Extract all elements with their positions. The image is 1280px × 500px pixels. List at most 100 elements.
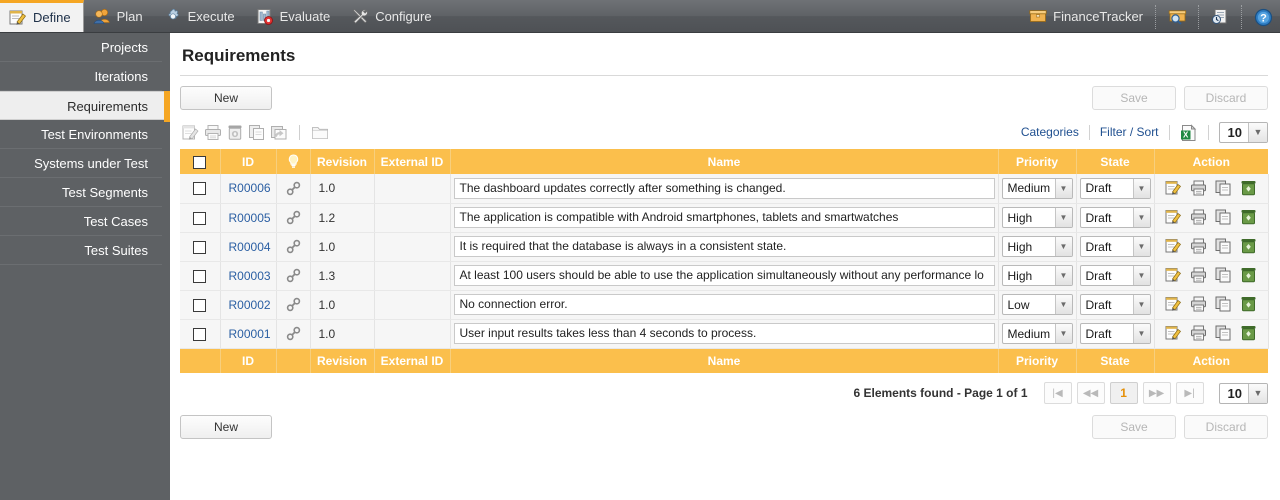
filter-sort-link[interactable]: Filter / Sort [1090, 125, 1169, 139]
sidebar-item-iterations[interactable]: Iterations [0, 62, 162, 91]
edit-icon[interactable] [1165, 209, 1183, 226]
column-header-external-id[interactable]: External ID [374, 149, 451, 174]
copy-icon[interactable] [1215, 180, 1233, 197]
row-checkbox[interactable] [193, 327, 207, 341]
save-button-bottom[interactable]: Save [1092, 415, 1176, 439]
requirement-id-link[interactable]: R00002 [229, 298, 271, 312]
name-input[interactable]: At least 100 users should be able to use… [453, 265, 995, 286]
row-select-cell[interactable] [180, 261, 221, 291]
state-select[interactable]: Draft ▼ [1079, 236, 1151, 257]
name-input[interactable]: It is required that the database is alwa… [453, 236, 995, 257]
column-header-priority[interactable]: Priority [998, 149, 1077, 174]
delete-icon[interactable] [1240, 296, 1258, 313]
copy-icon[interactable] [1215, 325, 1233, 342]
recent-reports-button[interactable] [1203, 0, 1237, 33]
row-select-cell[interactable] [180, 203, 221, 233]
row-checkbox[interactable] [193, 182, 207, 196]
state-select[interactable]: Draft ▼ [1079, 294, 1151, 315]
sidebar-item-requirements[interactable]: Requirements [0, 91, 170, 122]
state-select[interactable]: Draft ▼ [1079, 323, 1151, 344]
name-input[interactable]: No connection error. [453, 294, 995, 315]
delete-icon[interactable] [1240, 238, 1258, 255]
print-icon[interactable] [204, 124, 222, 141]
requirement-id-link[interactable]: R00005 [229, 211, 271, 225]
project-selector[interactable]: FinanceTracker [1021, 0, 1151, 33]
folder-icon[interactable] [311, 124, 329, 141]
requirement-id-link[interactable]: R00001 [229, 327, 271, 341]
nav-tab-evaluate[interactable]: Evaluate [247, 0, 343, 32]
categories-link[interactable]: Categories [1011, 125, 1089, 139]
requirement-id-link[interactable]: R00003 [229, 269, 271, 283]
priority-select[interactable]: High ▼ [1001, 236, 1073, 257]
search-project-button[interactable] [1160, 0, 1194, 33]
column-header-name[interactable]: Name [450, 149, 999, 174]
sidebar-item-test-cases[interactable]: Test Cases [0, 207, 162, 236]
name-input[interactable]: The dashboard updates correctly after so… [453, 177, 995, 199]
requirement-id-link[interactable]: R00006 [229, 181, 271, 195]
sidebar-item-test-environments[interactable]: Test Environments [0, 120, 162, 149]
row-select-cell[interactable] [180, 232, 221, 262]
page-next-button[interactable]: ▶▶ [1142, 382, 1171, 404]
copy-icon[interactable] [248, 124, 266, 141]
page-number-1[interactable]: 1 [1109, 382, 1138, 404]
page-size-select-bottom[interactable]: 10 ▼ [1218, 382, 1268, 404]
state-select[interactable]: Draft ▼ [1079, 177, 1151, 199]
copy-icon[interactable] [1215, 238, 1233, 255]
copy-icon[interactable] [1215, 296, 1233, 313]
edit-icon[interactable] [1165, 267, 1183, 284]
save-button-top[interactable]: Save [1092, 86, 1176, 110]
sidebar-item-test-suites[interactable]: Test Suites [0, 236, 162, 265]
column-header-state[interactable]: State [1076, 149, 1155, 174]
row-checkbox[interactable] [193, 269, 207, 283]
edit-icon[interactable] [1165, 325, 1183, 342]
sidebar-item-test-segments[interactable]: Test Segments [0, 178, 162, 207]
delete-icon[interactable] [1240, 267, 1258, 284]
discard-button-top[interactable]: Discard [1184, 86, 1268, 110]
nav-tab-execute[interactable]: Execute [155, 0, 247, 32]
help-button[interactable]: ? [1246, 0, 1280, 33]
row-select-cell[interactable] [180, 290, 221, 320]
name-input[interactable]: The application is compatible with Andro… [453, 207, 995, 228]
print-icon[interactable] [1190, 209, 1208, 226]
cell-link[interactable] [276, 261, 311, 291]
priority-select[interactable]: High ▼ [1001, 207, 1073, 228]
nav-tab-configure[interactable]: Configure [342, 0, 443, 32]
row-checkbox[interactable] [193, 211, 207, 225]
page-first-button[interactable]: |◀ [1043, 382, 1072, 404]
row-checkbox[interactable] [193, 298, 207, 312]
delete-icon[interactable] [1240, 209, 1258, 226]
priority-select[interactable]: Low ▼ [1001, 294, 1073, 315]
print-icon[interactable] [1190, 180, 1208, 197]
column-header-revision[interactable]: Revision [310, 149, 375, 174]
page-size-select-top[interactable]: 10 ▼ [1218, 121, 1268, 143]
row-select-cell[interactable] [180, 174, 221, 204]
print-icon[interactable] [1190, 296, 1208, 313]
state-select[interactable]: Draft ▼ [1079, 207, 1151, 228]
duplicate-icon[interactable] [270, 124, 288, 141]
column-header-id[interactable]: ID [220, 149, 277, 174]
cell-link[interactable] [276, 290, 311, 320]
edit-icon[interactable] [182, 124, 200, 141]
nav-tab-define[interactable]: Define [0, 0, 84, 32]
row-select-cell[interactable] [180, 319, 221, 349]
copy-icon[interactable] [1215, 209, 1233, 226]
edit-icon[interactable] [1165, 180, 1183, 197]
nav-tab-plan[interactable]: Plan [84, 0, 155, 32]
name-input[interactable]: User input results takes less than 4 sec… [453, 323, 995, 344]
lightbulb-icon[interactable] [276, 149, 311, 174]
page-last-button[interactable]: ▶| [1175, 382, 1204, 404]
delete-icon[interactable] [226, 124, 244, 141]
print-icon[interactable] [1190, 267, 1208, 284]
new-button-top[interactable]: New [180, 86, 272, 110]
cell-link[interactable] [276, 232, 311, 262]
new-button-bottom[interactable]: New [180, 415, 272, 439]
edit-icon[interactable] [1165, 238, 1183, 255]
row-checkbox[interactable] [193, 240, 207, 254]
edit-icon[interactable] [1165, 296, 1183, 313]
delete-icon[interactable] [1240, 180, 1258, 197]
excel-export-icon[interactable]: X [1180, 123, 1198, 141]
cell-link[interactable] [276, 319, 311, 349]
delete-icon[interactable] [1240, 325, 1258, 342]
print-icon[interactable] [1190, 325, 1208, 342]
sidebar-item-projects[interactable]: Projects [0, 33, 162, 62]
